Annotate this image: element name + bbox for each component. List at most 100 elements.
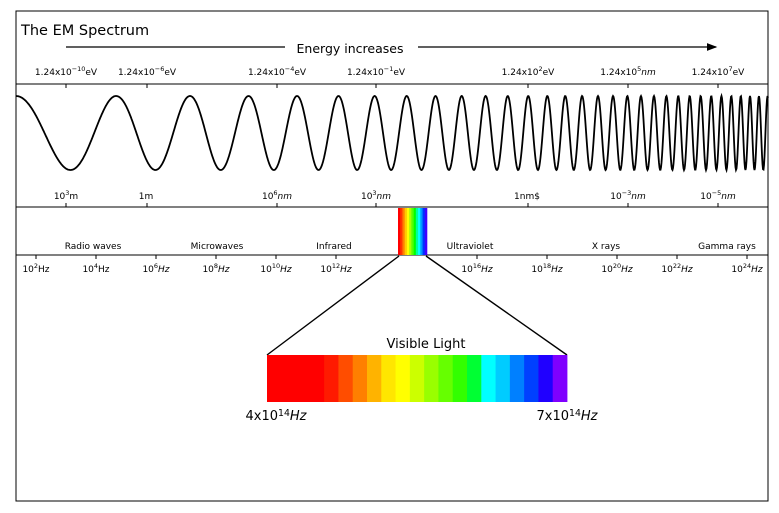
frequency-label: 1012Hz <box>320 262 351 275</box>
frequency-label-exponent: 22 <box>673 262 681 270</box>
energy-label-unit: nm <box>641 68 656 78</box>
energy-label: 1.24x105nm <box>600 65 656 78</box>
visible-band-stripe <box>467 355 482 402</box>
frequency-label-exponent: 20 <box>613 262 621 270</box>
em-spectrum-figure: The EM Spectrum Energy increases 1.24x10… <box>15 10 769 502</box>
wavelength-label: 1nm$ <box>514 192 540 202</box>
frequency-label-unit: Hz <box>38 265 50 275</box>
wavelength-label: 106nm <box>262 189 292 202</box>
frequency-label-exponent: 10 <box>272 262 280 270</box>
frequency-label-base: 10 <box>142 265 154 275</box>
visible-band-stripe <box>352 355 368 402</box>
mini-band-stripe <box>418 208 421 255</box>
frequency-labels: 102Hz 104Hz 106Hz 108Hz 1010Hz 1012Hz 1016Hz 10… <box>22 262 762 275</box>
wave-curve <box>16 92 769 174</box>
frequency-label-base: 10 <box>320 265 332 275</box>
frequency-label-unit: Hz <box>681 265 693 275</box>
frequency-label-exponent: 24 <box>743 262 751 270</box>
wavelength-label: 103nm <box>361 189 391 202</box>
wavelength-label-base: 10 <box>54 192 66 202</box>
visible-band-stripe <box>338 355 354 402</box>
visible-band-stripe <box>552 355 568 402</box>
energy-label: 1.24x107eV <box>692 65 745 78</box>
wavelength-label-unit: nm <box>721 192 736 202</box>
figure-title: The EM Spectrum <box>20 23 149 39</box>
energy-label-unit: eV <box>164 68 177 78</box>
visible-band-stripe <box>309 355 325 402</box>
frequency-label: 108Hz <box>202 262 229 275</box>
frequency-label-base: 10 <box>661 265 673 275</box>
energy-label-base: 1.24x10 <box>692 68 729 78</box>
band-label: Infrared <box>316 242 352 252</box>
visible-high-frequency-unit: Hz <box>581 409 599 424</box>
frequency-label: 1016Hz <box>461 262 492 275</box>
visible-band-stripe <box>524 355 539 402</box>
frequency-label: 102Hz <box>22 262 49 275</box>
frequency-label-unit: Hz <box>280 265 292 275</box>
wavelength-label-exponent: −3 <box>622 189 632 197</box>
mini-band-stripe <box>398 208 401 255</box>
visible-light-band <box>267 355 568 402</box>
visible-high-frequency: 7x1014Hz <box>536 408 598 424</box>
visible-band-stripe <box>424 355 439 402</box>
energy-label: 1.24x10−1eV <box>347 65 406 78</box>
energy-label-base: 1.24x10 <box>347 68 384 78</box>
mini-band-stripe <box>409 208 412 255</box>
frequency-label-unit: Hz <box>218 265 230 275</box>
wavelength-label-base: 1m <box>139 192 154 202</box>
energy-label-base: 1.24x10 <box>118 68 155 78</box>
visible-band-stripe <box>295 355 311 402</box>
visible-high-frequency-exponent: 14 <box>569 408 581 419</box>
energy-label-exponent: −1 <box>384 65 394 73</box>
visible-band-stripe <box>452 355 468 402</box>
frequency-label-unit: Hz <box>551 265 563 275</box>
frequency-label-base: 10 <box>461 265 473 275</box>
frequency-label: 1024Hz <box>731 262 762 275</box>
frequency-label: 106Hz <box>142 262 169 275</box>
wavelength-label-unit: m <box>69 192 78 202</box>
band-label: Ultraviolet <box>447 242 494 252</box>
energy-label-unit: eV <box>393 68 406 78</box>
wavelength-label: 10−3nm <box>610 189 646 202</box>
visible-band-stripe <box>267 355 282 402</box>
visible-high-frequency-base: 7x10 <box>536 409 569 424</box>
energy-label-exponent: −6 <box>155 65 165 73</box>
wavelength-label-base: 10 <box>361 192 373 202</box>
energy-label-exponent: −10 <box>72 65 86 73</box>
energy-arrow-label: Energy increases <box>297 41 404 56</box>
visible-mini-band <box>398 208 428 255</box>
wavelength-label-unit: nm <box>631 192 646 202</box>
visible-low-frequency-exponent: 14 <box>278 408 290 419</box>
visible-band-stripe <box>324 355 339 402</box>
band-label: Gamma rays <box>698 242 756 252</box>
mini-band-stripe <box>413 208 417 255</box>
frequency-label-base: 10 <box>260 265 272 275</box>
frequency-label-base: 10 <box>202 265 214 275</box>
wavelength-label-base: 10 <box>700 192 712 202</box>
visible-low-frequency: 4x1014Hz <box>245 408 307 424</box>
frequency-label-unit: Hz <box>481 265 493 275</box>
wave-panel-ticks <box>65 84 719 207</box>
energy-label: 1.24x10−10eV <box>35 65 98 78</box>
wavelength-label: 10−5nm <box>700 189 736 202</box>
energy-label: 1.24x10−6eV <box>118 65 177 78</box>
mini-band-stripe <box>406 208 410 255</box>
visible-band-stripe <box>395 355 411 402</box>
visible-band-stripe <box>438 355 454 402</box>
wavelength-label-unit: nm <box>278 192 293 202</box>
frequency-label-unit: Hz <box>621 265 633 275</box>
frequency-label-unit: Hz <box>751 265 763 275</box>
mini-band-stripe <box>402 208 405 255</box>
frequency-label: 104Hz <box>82 262 109 275</box>
visible-low-frequency-base: 4x10 <box>245 409 278 424</box>
visible-light-frequencies: 4x1014Hz 7x1014Hz <box>245 408 598 424</box>
frequency-label-exponent: 18 <box>543 262 551 270</box>
frequency-label-base: 10 <box>731 265 743 275</box>
wavelength-label-base: 10 <box>610 192 622 202</box>
energy-label: 1.24x102eV <box>502 65 555 78</box>
mini-band-stripe <box>424 208 428 255</box>
frequency-label-exponent: 12 <box>332 262 340 270</box>
visible-band-stripe <box>281 355 296 402</box>
frequency-label-unit: Hz <box>340 265 352 275</box>
energy-label-base: 1.24x10 <box>502 68 539 78</box>
